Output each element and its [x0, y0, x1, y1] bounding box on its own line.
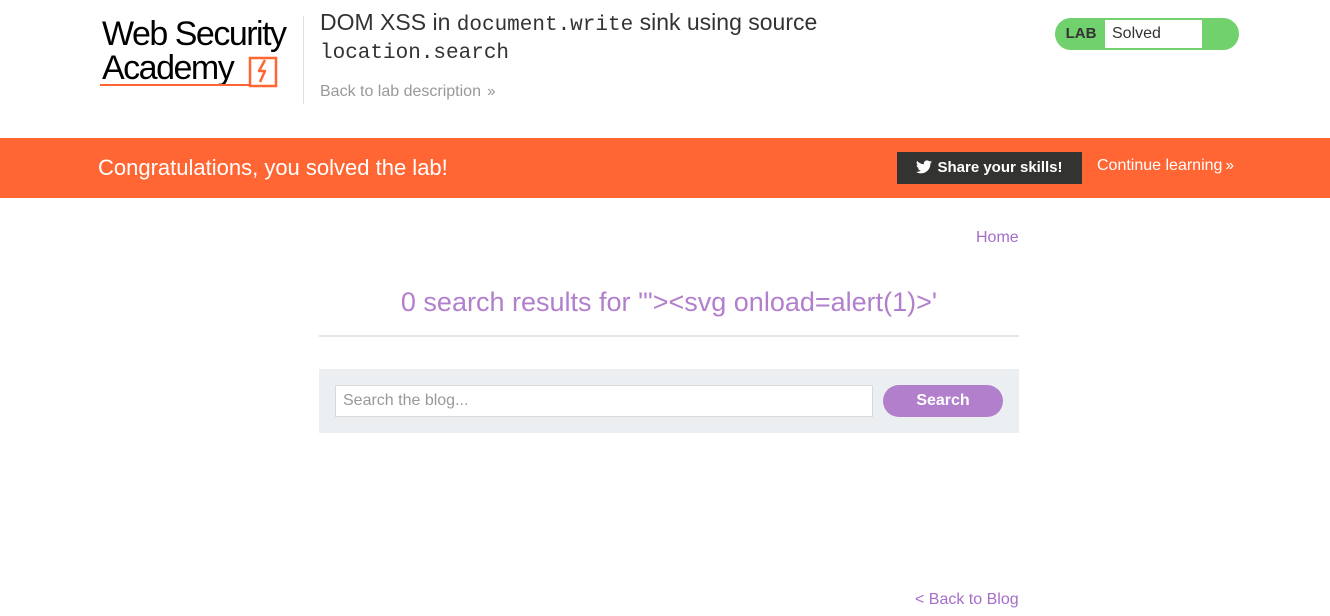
share-skills-label: Share your skills!: [937, 159, 1063, 176]
congratulations-banner: Congratulations, you solved the lab! Sha…: [0, 138, 1330, 198]
twitter-icon: [916, 159, 933, 173]
logo-underline: [100, 84, 250, 86]
double-chevron-right-icon: ››: [1225, 157, 1234, 174]
logo-line-2: Academy: [102, 49, 235, 87]
lab-title-code-sink: document.write: [456, 14, 634, 37]
back-to-lab-description-link[interactable]: Back to lab description ››: [320, 83, 496, 101]
lab-title: DOM XSS in document.write sink using sou…: [320, 10, 920, 66]
search-button[interactable]: Search: [883, 385, 1003, 417]
results-divider: [319, 335, 1019, 337]
search-input[interactable]: [335, 385, 873, 417]
continue-learning-label: Continue learning: [1097, 157, 1223, 174]
lightning-bolt-icon: [248, 56, 278, 88]
lab-title-prefix: DOM XSS in: [320, 9, 457, 35]
share-skills-button[interactable]: Share your skills!: [897, 152, 1082, 184]
congratulations-message: Congratulations, you solved the lab!: [98, 155, 448, 180]
back-to-lab-description-label: Back to lab description: [320, 83, 481, 100]
lab-status-badge: LAB Solved: [1055, 18, 1239, 50]
back-to-blog-link[interactable]: < Back to Blog: [915, 591, 1019, 609]
lab-title-middle: sink using source: [633, 9, 818, 35]
lab-badge-label: LAB: [1065, 25, 1097, 42]
continue-learning-link[interactable]: Continue learning ››: [1097, 157, 1234, 175]
lab-title-code-source: location.search: [320, 42, 510, 65]
search-results-heading: 0 search results for '"><svg onload=aler…: [400, 287, 938, 317]
header-divider: [303, 16, 304, 104]
header: Web Security Academy DOM XSS in document…: [0, 0, 1330, 138]
logo-line-1: Web Security: [102, 15, 287, 53]
lab-badge-status: Solved: [1105, 20, 1202, 48]
web-security-academy-logo[interactable]: Web Security Academy: [100, 14, 300, 94]
search-panel: Search: [319, 369, 1019, 433]
double-chevron-right-icon: ››: [486, 83, 496, 100]
home-link[interactable]: Home: [976, 229, 1019, 247]
